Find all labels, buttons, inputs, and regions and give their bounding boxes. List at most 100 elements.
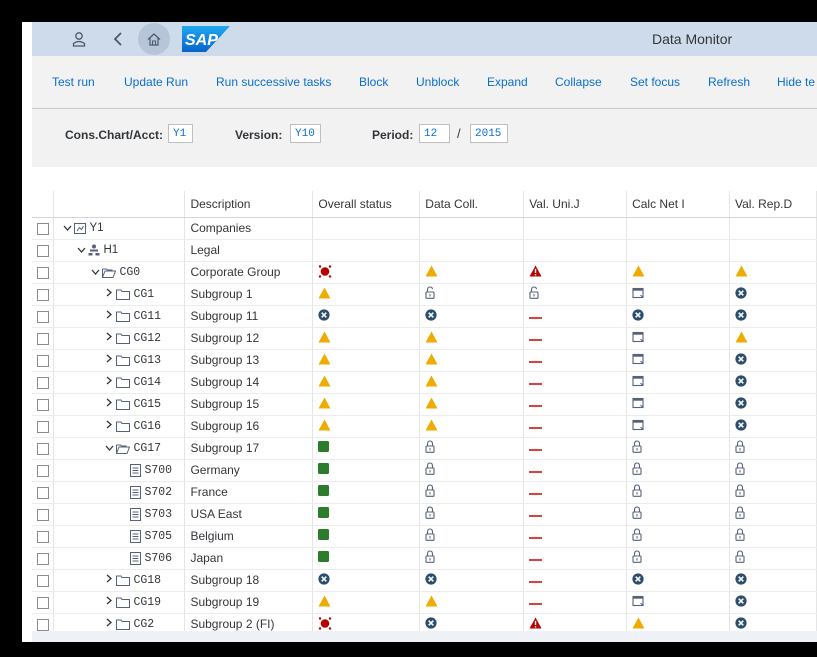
status-cell[interactable] xyxy=(626,371,730,394)
status-cell[interactable] xyxy=(729,613,817,631)
status-cell[interactable] xyxy=(312,459,421,482)
row-selector-cell[interactable] xyxy=(32,459,55,482)
row-checkbox[interactable] xyxy=(36,508,49,521)
block-button[interactable]: Block xyxy=(359,75,388,89)
status-cell[interactable] xyxy=(312,371,421,394)
cancel-circle-icon[interactable] xyxy=(318,309,330,324)
expand-chevron-right-icon[interactable] xyxy=(102,398,116,410)
row-checkbox[interactable] xyxy=(36,222,49,235)
lock-icon[interactable] xyxy=(632,440,642,456)
not-relevant-dash-icon[interactable] xyxy=(529,551,543,565)
expand-chevron-right-icon[interactable] xyxy=(102,618,116,630)
status-cell[interactable] xyxy=(419,305,525,328)
status-cell[interactable] xyxy=(419,261,525,284)
status-cell[interactable] xyxy=(626,415,730,438)
table-row[interactable]: S705 Belgium xyxy=(32,525,817,548)
status-cell[interactable] xyxy=(312,613,421,632)
error-triangle-icon[interactable] xyxy=(529,617,542,631)
not-relevant-dash-icon[interactable] xyxy=(529,595,543,609)
tree-node-cell[interactable]: CG1 xyxy=(53,283,186,306)
tree-node-cell[interactable]: CG11 xyxy=(53,305,186,328)
table-row[interactable]: S700 Germany xyxy=(32,459,817,482)
row-selector-cell[interactable] xyxy=(32,261,55,284)
status-cell[interactable] xyxy=(419,415,525,438)
not-relevant-dash-icon[interactable] xyxy=(529,353,543,367)
status-cell[interactable] xyxy=(312,305,421,328)
status-cell[interactable] xyxy=(523,437,628,460)
row-checkbox[interactable] xyxy=(36,618,49,631)
warning-triangle-icon[interactable] xyxy=(425,419,438,434)
row-selector-cell[interactable] xyxy=(32,217,55,240)
status-cell[interactable] xyxy=(312,503,421,526)
tree-node-cell[interactable]: S700 xyxy=(53,459,186,482)
status-cell[interactable] xyxy=(523,371,628,394)
task-pending-icon[interactable] xyxy=(632,331,644,346)
table-row[interactable]: Y1 Companies xyxy=(32,217,817,240)
warning-triangle-icon[interactable] xyxy=(425,375,438,390)
row-checkbox[interactable] xyxy=(36,332,49,345)
cancel-circle-icon[interactable] xyxy=(425,309,437,324)
test-run-button[interactable]: Test run xyxy=(52,75,95,89)
table-row[interactable]: CG16 Subgroup 16 xyxy=(32,415,817,438)
row-checkbox[interactable] xyxy=(36,376,49,389)
alarm-clock-icon[interactable] xyxy=(318,616,332,632)
status-cell[interactable] xyxy=(312,415,421,438)
row-selector-cell[interactable] xyxy=(32,569,55,592)
lock-icon[interactable] xyxy=(735,506,745,522)
lock-icon[interactable] xyxy=(735,440,745,456)
status-cell[interactable] xyxy=(729,437,817,460)
row-checkbox[interactable] xyxy=(36,464,49,477)
warning-triangle-icon[interactable] xyxy=(425,397,438,412)
status-cell[interactable] xyxy=(523,261,628,284)
tree-node-cell[interactable]: CG19 xyxy=(53,591,186,614)
cancel-circle-icon[interactable] xyxy=(735,573,747,588)
not-relevant-dash-icon[interactable] xyxy=(529,441,543,455)
status-cell[interactable] xyxy=(523,613,628,631)
not-relevant-dash-icon[interactable] xyxy=(529,419,543,433)
status-cell[interactable] xyxy=(626,283,730,306)
warning-triangle-icon[interactable] xyxy=(318,419,331,434)
expand-chevron-right-icon[interactable] xyxy=(102,376,116,388)
tree-node-cell[interactable]: CG2 xyxy=(53,613,186,631)
expand-chevron-right-icon[interactable] xyxy=(102,288,116,300)
status-cell[interactable] xyxy=(729,481,817,504)
tree-node-cell[interactable]: CG13 xyxy=(53,349,186,372)
task-pending-icon[interactable] xyxy=(632,419,644,434)
expand-button[interactable]: Expand xyxy=(487,75,528,89)
lock-icon[interactable] xyxy=(425,440,435,456)
not-relevant-dash-icon[interactable] xyxy=(529,529,543,543)
cancel-circle-icon[interactable] xyxy=(735,309,747,324)
status-cell[interactable] xyxy=(523,283,628,306)
row-checkbox[interactable] xyxy=(36,244,49,257)
table-row[interactable]: S702 France xyxy=(32,481,817,504)
expand-chevron-right-icon[interactable] xyxy=(102,310,116,322)
cancel-circle-icon[interactable] xyxy=(632,573,644,588)
lock-icon[interactable] xyxy=(735,462,745,478)
tree-node-cell[interactable]: S706 xyxy=(53,547,186,570)
status-cell[interactable] xyxy=(626,525,730,548)
status-cell[interactable] xyxy=(312,261,421,284)
status-cell[interactable] xyxy=(419,547,525,570)
year-field[interactable]: 2015 xyxy=(470,124,508,143)
row-selector-cell[interactable] xyxy=(32,371,55,394)
status-cell[interactable] xyxy=(729,569,817,592)
row-checkbox[interactable] xyxy=(36,310,49,323)
status-cell[interactable] xyxy=(729,415,817,438)
status-cell[interactable] xyxy=(419,393,525,416)
cancel-circle-icon[interactable] xyxy=(735,419,747,434)
row-checkbox[interactable] xyxy=(36,288,49,301)
expand-chevron-down-icon[interactable] xyxy=(102,442,116,454)
status-cell[interactable] xyxy=(523,415,628,438)
status-cell[interactable] xyxy=(419,371,525,394)
completed-square-icon[interactable] xyxy=(318,485,330,499)
tree-node-cell[interactable]: CG15 xyxy=(53,393,186,416)
table-row[interactable]: CG15 Subgroup 15 xyxy=(32,393,817,416)
row-checkbox[interactable] xyxy=(36,596,49,609)
completed-square-icon[interactable] xyxy=(318,441,330,455)
status-cell[interactable] xyxy=(419,283,525,306)
not-relevant-dash-icon[interactable] xyxy=(529,573,543,587)
warning-triangle-icon[interactable] xyxy=(425,595,438,610)
status-cell[interactable] xyxy=(312,591,421,614)
status-cell[interactable] xyxy=(312,327,421,350)
table-row[interactable]: S706 Japan xyxy=(32,547,817,570)
